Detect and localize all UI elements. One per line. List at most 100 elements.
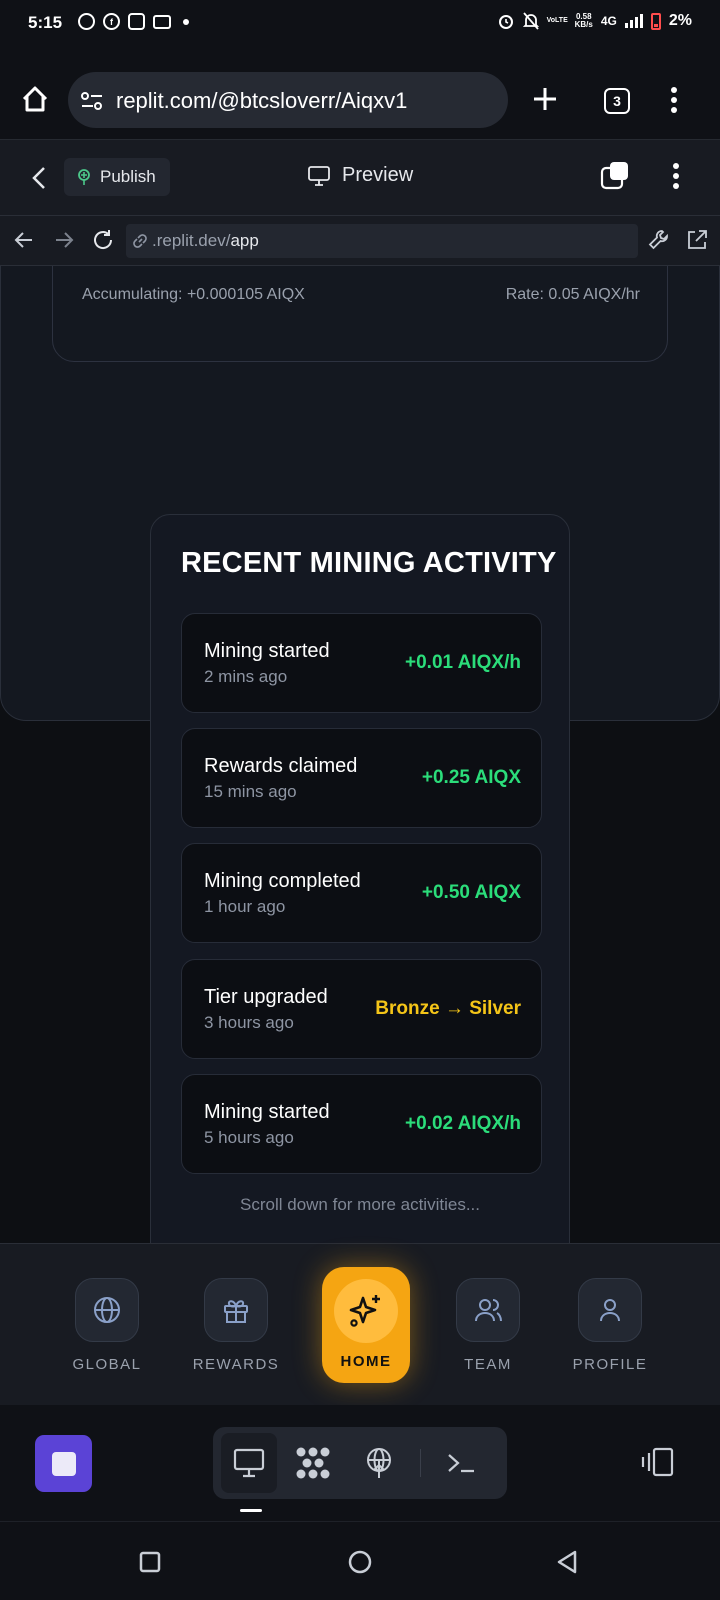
webview-navbar: .replit.dev/app [0,216,720,266]
activity-item-time: 2 mins ago [204,667,288,686]
preview-tool-button[interactable] [221,1433,277,1493]
browser-menu-icon[interactable] [670,86,678,114]
publish-button[interactable]: Publish [64,158,170,196]
net-speed-unit: KB/s [574,20,593,29]
webview-url-prefix: .replit.dev/ [152,231,231,250]
site-settings-icon[interactable] [80,90,104,112]
nav-global[interactable]: GLOBAL [52,1278,162,1373]
preview-label: Preview [342,164,414,186]
activity-item-title: Mining started [204,640,330,662]
replit-toolbar [0,1405,720,1521]
active-tool-indicator [240,1509,262,1512]
tab-switcher-button[interactable]: 3 [604,88,630,114]
mute-bell-icon [522,12,539,30]
address-bar[interactable]: replit.com/@btcsloverr/Aiqxv1 [68,72,508,128]
open-external-icon[interactable] [686,229,708,251]
nav-home[interactable]: HOME [322,1267,410,1383]
network-type: 4G [600,14,617,28]
activity-item-value: +0.50 AIQX [421,882,521,903]
stop-icon [51,1451,76,1476]
rate-text: Rate: 0.05 AIQX/hr [505,286,640,303]
status-right: VoLTE 0.58 KB/s 4G 2% [497,12,692,30]
nav-team-button[interactable] [456,1278,520,1342]
tabs-overview-icon[interactable] [600,160,630,190]
globe-icon [94,1297,120,1323]
address-text: replit.com/@btcsloverr/Aiqxv1 [116,88,408,113]
users-icon [475,1299,502,1322]
battery-level: 2% [668,12,692,29]
activity-item-title: Rewards claimed [204,755,358,777]
home-icon[interactable] [20,84,50,114]
more-menu-icon[interactable] [672,162,680,190]
activity-item-value: +0.02 AIQX/h [405,1113,521,1134]
activity-item-time: 3 hours ago [204,1013,294,1032]
recents-square-icon[interactable] [139,1551,161,1573]
back-triangle-icon[interactable] [556,1550,578,1574]
user-icon [600,1299,620,1322]
status-bar: 5:15 f VoLTE 0.58 KB/s 4G 2% [0,0,720,46]
activity-item-time: 5 hours ago [204,1128,294,1147]
nav-rewards-button[interactable] [204,1278,268,1342]
replit-blocks-icon [296,1447,330,1479]
activity-item: Tier upgraded 3 hours ago Bronze → Silve… [181,959,542,1059]
home-circle-icon[interactable] [348,1550,372,1574]
console-tool-button[interactable] [433,1433,489,1493]
activity-item: Mining started 5 hours ago +0.02 AIQX/h [181,1074,542,1174]
activity-item-time: 1 hour ago [204,897,286,916]
shield-app-icon [128,13,145,30]
tool-switcher [213,1427,507,1499]
reload-icon[interactable] [92,229,114,251]
activity-item: Rewards claimed 15 mins ago +0.25 AIQX [181,728,542,828]
stop-button[interactable] [35,1435,92,1492]
browser-toolbar: replit.com/@btcsloverr/Aiqxv1 3 [0,46,720,140]
split-pane-icon[interactable] [640,1447,674,1477]
activity-title: RECENT MINING ACTIVITY [181,547,557,579]
nav-profile-button[interactable] [578,1278,642,1342]
nav-profile[interactable]: PROFILE [555,1278,665,1373]
nav-home-button[interactable] [334,1279,398,1343]
scroll-hint: Scroll down for more activities... [240,1195,480,1214]
nav-team-label: TEAM [464,1356,512,1373]
activity-item-value: +0.01 AIQX/h [405,652,521,673]
activity-item-title: Mining completed [204,870,361,892]
monitor-icon [233,1448,265,1478]
preview-tab[interactable]: Preview [308,164,413,187]
facebook-icon: f [103,13,120,30]
activity-item-time: 15 mins ago [204,782,297,801]
publish-label: Publish [100,167,156,186]
webview-url-path: app [230,231,259,250]
nav-global-button[interactable] [75,1278,139,1342]
notification-icons: f [78,13,189,30]
deploy-globe-icon [367,1448,391,1478]
deploy-tool-button[interactable] [351,1433,407,1493]
webview-back-icon[interactable] [14,230,34,250]
alarm-icon [498,15,513,29]
whatsapp-icon [78,13,95,30]
monitor-icon [308,165,330,186]
bottom-nav: GLOBAL REWARDS HOME TEAM PROFILE [0,1243,720,1405]
battery-icon [650,12,661,30]
gift-icon [224,1300,248,1323]
nav-team[interactable]: TEAM [433,1278,543,1373]
wrench-icon[interactable] [648,229,670,251]
nav-rewards-label: REWARDS [192,1356,280,1373]
back-chevron-icon[interactable] [32,166,46,190]
recent-activity-card: RECENT MINING ACTIVITY Mining started 2 … [150,514,570,1268]
new-tab-icon[interactable] [532,86,558,112]
replit-header: Publish Preview [0,140,720,216]
nav-home-label: HOME [340,1353,392,1370]
webview-forward-icon[interactable] [54,230,74,250]
video-icon [153,14,171,29]
nav-rewards[interactable]: REWARDS [181,1278,291,1373]
volte-indicator: VoLTE [546,17,568,24]
accumulating-text: Accumulating: +0.000105 AIQX [82,286,305,303]
agent-tool-button[interactable] [285,1433,341,1493]
activity-item-value: Bronze → Silver [375,998,521,1019]
link-icon [133,234,147,248]
signal-icon [624,14,643,28]
sparkle-icon [349,1295,380,1327]
activity-item-title: Mining started [204,1101,330,1123]
webview-url-field[interactable]: .replit.dev/app [126,224,638,258]
publish-icon [78,169,90,185]
mining-progress-panel [52,266,668,362]
